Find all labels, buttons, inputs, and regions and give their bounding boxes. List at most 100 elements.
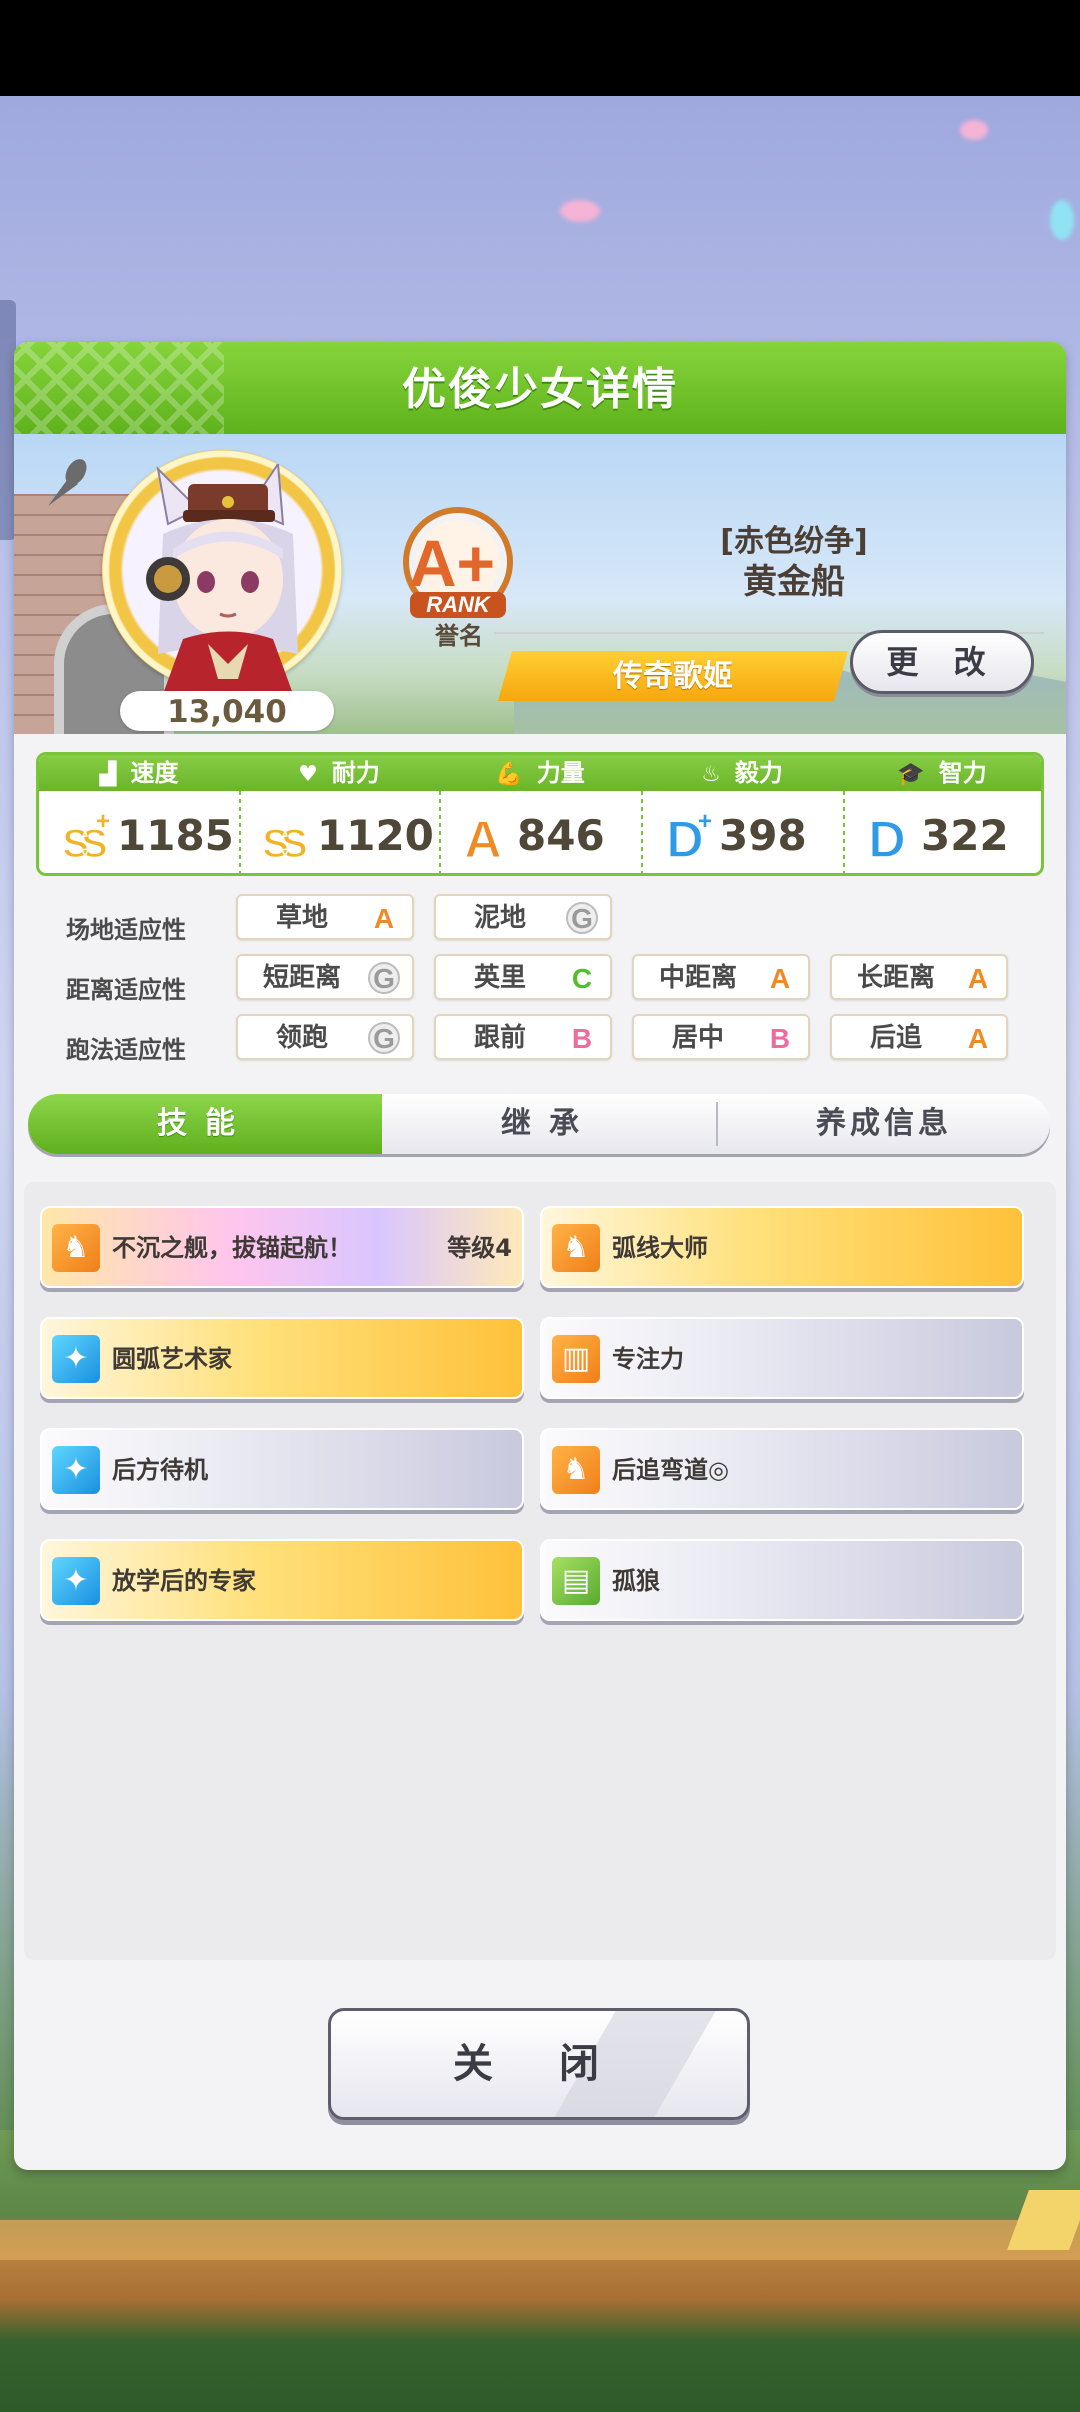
stat-label: 速度 <box>130 759 179 787</box>
skill-list: ♞ 不沉之舰，拔锚起航！ 等级4 ♞ 弧线大师 ✦ 圆弧艺术家 ▥ 专注力 ✦ 后方待机 ♞ 后追弯道◎… <box>24 1182 1056 1960</box>
skill-item[interactable]: ✦ 后方待机 <box>40 1428 524 1510</box>
aptitude-name: 居中 <box>671 1023 724 1053</box>
skill-name: 专注力 <box>612 1345 684 1373</box>
svg-text:+: + <box>698 808 712 835</box>
graduation-cap-icon: 🎓 <box>897 762 925 787</box>
stat-grade-badge: SS+ <box>62 808 116 867</box>
sparkle-icon: ✦ <box>52 1557 100 1605</box>
card-icon: ▤ <box>552 1557 600 1605</box>
sparkle-icon: ✦ <box>52 1335 100 1383</box>
tab-skills[interactable]: 技能 <box>28 1094 382 1154</box>
stat-value: 1120 <box>317 811 434 860</box>
change-epithet-button[interactable]: 更 改 <box>850 630 1034 694</box>
stat-grade-badge: A <box>463 810 502 870</box>
aptitude-track-0: 草地 A <box>236 894 414 940</box>
aptitude-grade: G <box>368 962 400 994</box>
aptitude-grade: C <box>566 962 598 994</box>
stats-table: ▟ 速度 SS +1185 ♥ 耐力 SS 1120 💪 力量 A 846 ♨ 毅力 D +398 🎓 智力 D 32… <box>36 752 1044 876</box>
aptitude-distance-1: 英里 C <box>434 954 612 1000</box>
aptitude-grade: B <box>764 1022 796 1054</box>
stat-grade-badge: D <box>867 810 906 870</box>
aptitude-name: 领跑 <box>275 1023 328 1053</box>
status-bar <box>0 0 1080 96</box>
aptitude-name: 短距离 <box>262 963 341 993</box>
track-aptitude-label: 场地适应性 <box>66 916 186 944</box>
skill-name: 圆弧艺术家 <box>112 1345 232 1373</box>
aptitude-grade: B <box>566 1022 598 1054</box>
stat-0: ▟ 速度 SS +1185 <box>39 755 239 873</box>
stat-grade: SS + <box>53 807 116 867</box>
svg-text:A: A <box>968 963 988 994</box>
aptitude-grade: A <box>962 1022 994 1054</box>
epithet-banner: 传奇歌姬 <box>498 651 848 701</box>
skill-name: 放学后的专家 <box>112 1567 256 1595</box>
skill-item[interactable]: ♞ 弧线大师 <box>540 1206 1024 1288</box>
stat-separator <box>641 791 643 873</box>
ground-background <box>0 2130 1080 2412</box>
close-button[interactable]: 关 闭 <box>328 2008 750 2120</box>
avatar[interactable] <box>128 464 318 694</box>
track-rail <box>0 2220 1080 2260</box>
skill-item[interactable]: ✦ 放学后的专家 <box>40 1539 524 1621</box>
aptitude-grade: G <box>566 902 598 934</box>
aptitude-grade: A <box>368 902 400 934</box>
svg-text:D: D <box>868 811 906 865</box>
svg-text:G: G <box>571 903 593 934</box>
stat-separator <box>239 791 241 873</box>
starting-gate-icon: ▥ <box>552 1335 600 1383</box>
header-pattern <box>14 342 224 434</box>
aptitude-grade: A <box>962 962 994 994</box>
sky-sparkle <box>1050 200 1074 240</box>
aptitude-grade: A <box>764 962 796 994</box>
aptitude-strategy-0: 领跑 G <box>236 1014 414 1060</box>
stat-separator <box>843 791 845 873</box>
running-horse-icon: ♞ <box>52 1224 100 1272</box>
aptitude-track-1: 泥地 G <box>434 894 612 940</box>
aptitude-strategy-2: 居中 B <box>632 1014 810 1060</box>
strategy-aptitude-label: 跑法适应性 <box>66 1036 186 1064</box>
umamusume-detail-panel: 优俊少女详情 13,040 A+ RANK 誉名 [赤色纷争] 黄金船 传奇歌姬… <box>14 342 1066 2170</box>
sky-sparkle <box>560 200 600 222</box>
aptitude-name: 后追 <box>869 1023 922 1053</box>
svg-text:G: G <box>373 1023 395 1054</box>
stat-4: 🎓 智力 D 322 <box>843 755 1041 873</box>
tab-inheritance[interactable]: 继承 <box>382 1094 716 1154</box>
stat-header: ♨ 毅力 <box>641 755 843 791</box>
stat-grade-badge: D+ <box>665 808 712 870</box>
character-name: 黄金船 <box>743 562 845 602</box>
skill-item[interactable]: ▤ 孤狼 <box>540 1539 1024 1621</box>
stat-separator <box>439 791 441 873</box>
stat-3: ♨ 毅力 D +398 <box>641 755 843 873</box>
stat-header: ▟ 速度 <box>39 755 239 791</box>
skill-level: 等级4 <box>447 1234 512 1262</box>
svg-text:G: G <box>373 963 395 994</box>
skill-item[interactable]: ♞ 后追弯道◎ <box>540 1428 1024 1510</box>
skill-item[interactable]: ✦ 圆弧艺术家 <box>40 1317 524 1399</box>
aptitude-name: 长距离 <box>856 963 935 993</box>
stat-label: 毅力 <box>734 759 783 787</box>
stat-header: 🎓 智力 <box>843 755 1041 791</box>
svg-text:B: B <box>572 1023 592 1054</box>
stat-label: 耐力 <box>331 759 380 787</box>
svg-text:A: A <box>464 811 502 865</box>
tab-training-info[interactable]: 养成信息 <box>718 1094 1050 1154</box>
aptitude-name: 跟前 <box>473 1023 526 1053</box>
skill-name: 弧线大师 <box>612 1234 708 1262</box>
aptitude-distance-2: 中距离 A <box>632 954 810 1000</box>
heart-icon: ♥ <box>298 762 318 787</box>
stat-grade: D + <box>655 807 715 870</box>
skill-item[interactable]: ♞ 不沉之舰，拔锚起航！ 等级4 <box>40 1206 524 1288</box>
svg-text:C: C <box>572 963 592 994</box>
stat-header: 💪 力量 <box>439 755 641 791</box>
svg-text:+: + <box>96 808 110 835</box>
profile-banner: 13,040 A+ RANK 誉名 [赤色纷争] 黄金船 传奇歌姬 更 改 <box>14 434 1066 734</box>
sky-sparkle <box>960 120 988 140</box>
page-title: 优俊少女详情 <box>402 364 678 415</box>
aptitude-distance-0: 短距离 G <box>236 954 414 1000</box>
aptitude-name: 英里 <box>473 963 526 993</box>
stat-grade-badge: SS <box>262 821 316 867</box>
rank-badge[interactable]: A+ RANK <box>396 506 520 630</box>
stat-header: ♥ 耐力 <box>239 755 439 791</box>
flame-icon: ♨ <box>701 762 721 787</box>
skill-item[interactable]: ▥ 专注力 <box>540 1317 1024 1399</box>
